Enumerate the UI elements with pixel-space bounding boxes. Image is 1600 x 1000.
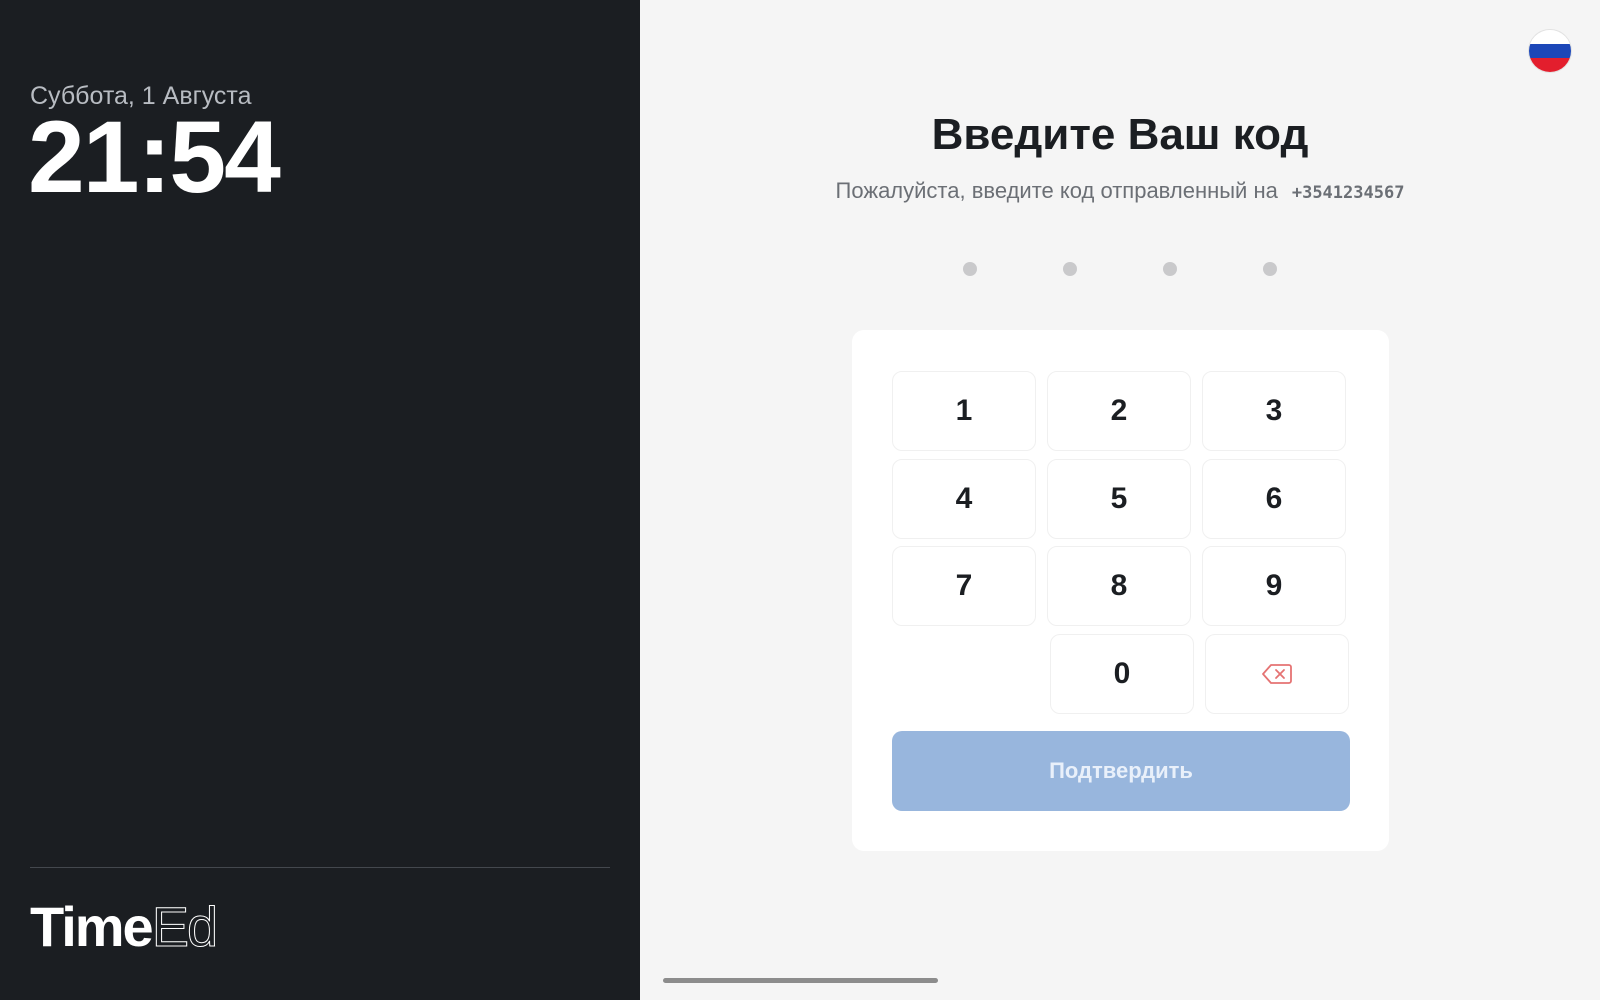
key-3[interactable]: 3 xyxy=(1202,371,1346,451)
subtitle-text: Пожалуйста, введите код отправленный на xyxy=(835,178,1278,203)
logo-time: Time xyxy=(30,895,154,958)
key-8[interactable]: 8 xyxy=(1047,546,1191,626)
key-2[interactable]: 2 xyxy=(1047,371,1191,451)
home-indicator xyxy=(663,978,938,983)
code-dot xyxy=(1163,262,1177,276)
phone-number: +3541234567 xyxy=(1291,183,1405,203)
page-title: Введите Ваш код xyxy=(931,110,1309,159)
code-dot xyxy=(1063,262,1077,276)
key-9[interactable]: 9 xyxy=(1202,546,1346,626)
timeed-logo: TimeEd xyxy=(30,898,219,955)
key-6[interactable]: 6 xyxy=(1202,459,1346,539)
logo-ed: Ed xyxy=(151,895,218,958)
key-7[interactable]: 7 xyxy=(892,546,1036,626)
delete-button[interactable] xyxy=(1205,634,1349,714)
key-0[interactable]: 0 xyxy=(1050,634,1194,714)
ru-flag-icon[interactable] xyxy=(1529,30,1571,72)
code-dot xyxy=(1263,262,1277,276)
divider xyxy=(30,867,610,868)
left-panel: Суббота, 1 Августа 21:54 TimeEd xyxy=(0,0,640,1000)
backspace-icon xyxy=(1262,664,1292,684)
code-dot xyxy=(963,262,977,276)
clock: 21:54 xyxy=(28,100,281,214)
key-1[interactable]: 1 xyxy=(892,371,1036,451)
subtitle: Пожалуйста, введите код отправленный на +… xyxy=(640,178,1600,204)
key-4[interactable]: 4 xyxy=(892,459,1036,539)
code-indicator xyxy=(963,262,1277,276)
confirm-button[interactable]: Подтвердить xyxy=(892,731,1350,811)
key-5[interactable]: 5 xyxy=(1047,459,1191,539)
